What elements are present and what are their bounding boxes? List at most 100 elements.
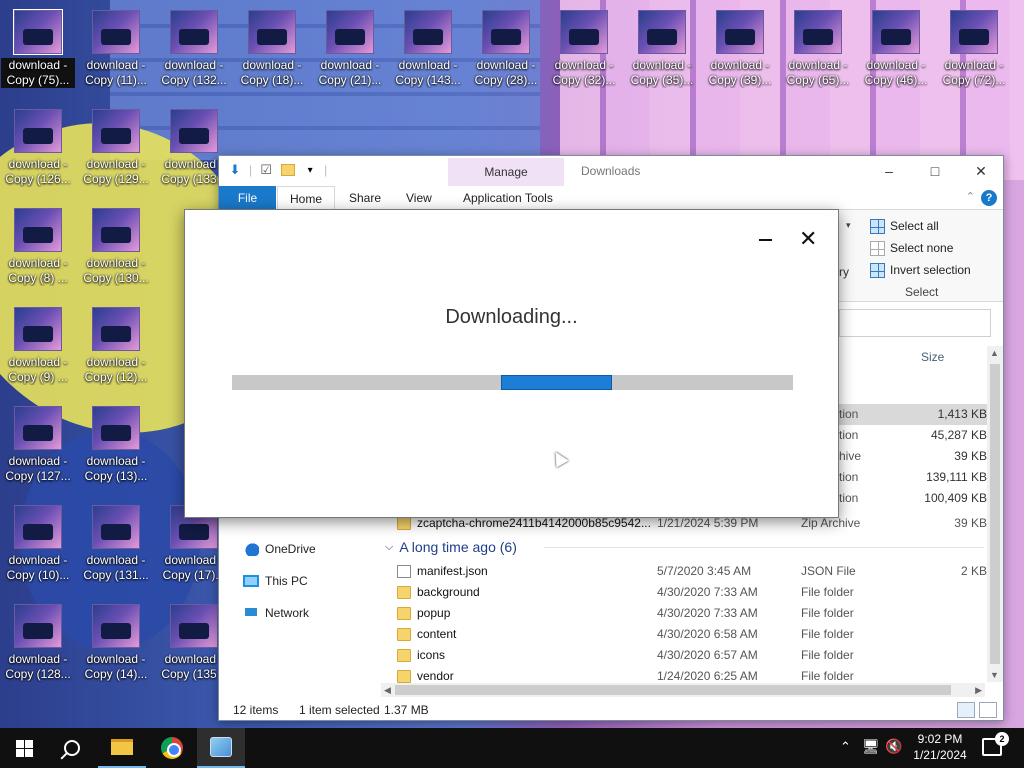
dialog-minimize-button[interactable] xyxy=(755,230,777,250)
chrome-icon xyxy=(161,737,183,759)
desktop-icon[interactable]: download - Copy (8) ... xyxy=(1,200,75,296)
tab-share[interactable]: Share xyxy=(337,186,393,210)
desktop-icon[interactable]: download - Copy (35)... xyxy=(625,2,699,98)
file-type: File folder xyxy=(801,648,854,662)
scroll-right-icon[interactable]: ▶ xyxy=(975,683,982,697)
column-size[interactable]: Size xyxy=(921,350,944,364)
desktop-icon[interactable]: download - Copy (129... xyxy=(79,101,153,197)
desktop-icon[interactable]: download - Copy (127... xyxy=(1,398,75,494)
app-taskbar-button[interactable] xyxy=(197,728,245,768)
tab-view[interactable]: View xyxy=(394,186,444,210)
scroll-down-icon[interactable]: ▼ xyxy=(990,670,999,680)
download-arrow-icon[interactable]: ⬇ xyxy=(227,162,243,178)
file-row[interactable]: content 4/30/2020 6:58 AM File folder xyxy=(397,624,987,645)
manage-context-tab[interactable]: Manage xyxy=(448,158,564,186)
horizontal-scrollbar[interactable]: ◀ ▶ xyxy=(381,683,985,697)
scrollbar-thumb[interactable] xyxy=(990,364,1000,664)
customize-toolbar-icon[interactable]: ▾ xyxy=(302,162,318,178)
chrome-taskbar-button[interactable] xyxy=(148,728,196,768)
desktop-icon[interactable]: download - Copy (132... xyxy=(157,2,231,98)
desktop-icon[interactable]: download - Copy (143... xyxy=(391,2,465,98)
desktop-icon-label: download - Copy (65)... xyxy=(786,58,850,87)
file-row[interactable]: hive 39 KB xyxy=(839,446,989,467)
invert-selection-button[interactable]: Invert selection xyxy=(870,260,971,280)
desktop-icon[interactable]: download - Copy (39)... xyxy=(703,2,777,98)
collapse-ribbon-icon[interactable]: ⌃ xyxy=(966,190,975,203)
desktop-icon[interactable]: download - Copy (28)... xyxy=(469,2,543,98)
desktop-icon[interactable]: download - Copy (130... xyxy=(79,200,153,296)
select-all-button[interactable]: Select all xyxy=(870,216,939,236)
image-file-icon xyxy=(326,10,374,54)
scroll-left-icon[interactable]: ◀ xyxy=(384,683,391,697)
search-box[interactable] xyxy=(839,309,991,337)
desktop-icon-label: download - Copy (14)... xyxy=(84,652,148,681)
file-row[interactable]: tion 139,111 KB xyxy=(839,467,989,488)
desktop-icon[interactable]: download - Copy (72)... xyxy=(937,2,1011,98)
desktop-icon[interactable]: download - Copy (18)... xyxy=(235,2,309,98)
file-row[interactable]: background 4/30/2020 7:33 AM File folder xyxy=(397,582,987,603)
desktop-icon[interactable]: download - Copy (131... xyxy=(79,497,153,593)
file-row[interactable]: tion 100,409 KB xyxy=(839,488,989,509)
clock-time: 9:02 PM xyxy=(917,732,963,746)
desktop-icon[interactable]: download - Copy (14)... xyxy=(79,596,153,692)
start-button[interactable] xyxy=(0,728,48,768)
file-explorer-taskbar-button[interactable] xyxy=(98,728,146,768)
desktop-icon[interactable]: download - Copy (126... xyxy=(1,101,75,197)
search-button[interactable] xyxy=(48,728,96,768)
desktop-icon[interactable]: download - Copy (128... xyxy=(1,596,75,692)
system-clock[interactable]: 9:02 PM 1/21/2024 xyxy=(905,731,975,763)
close-button[interactable]: ✕ xyxy=(961,160,1001,182)
tab-file[interactable]: File xyxy=(219,186,276,210)
file-size: 139,111 KB xyxy=(926,470,987,484)
group-header[interactable]: ⌵ A long time ago (6) xyxy=(385,539,517,555)
help-icon[interactable]: ? xyxy=(981,190,997,206)
title-bar[interactable]: ⬇ | ☑ ▾ | Manage Downloads – □ ✕ xyxy=(219,156,1003,186)
new-folder-icon[interactable] xyxy=(280,162,296,178)
file-row[interactable]: tion 1,413 KB xyxy=(839,404,989,425)
dialog-close-button[interactable]: ✕ xyxy=(799,228,817,250)
select-none-button[interactable]: Select none xyxy=(870,238,953,258)
scrollbar-thumb[interactable] xyxy=(395,685,951,695)
desktop-icon[interactable]: download - Copy (11)... xyxy=(79,2,153,98)
dropdown-arrow-icon[interactable]: ▾ xyxy=(846,220,851,231)
desktop-icon-label: download - Copy (35)... xyxy=(630,58,694,87)
scroll-up-icon[interactable]: ▲ xyxy=(990,348,999,358)
json-file-icon xyxy=(397,565,411,578)
large-icons-view-button[interactable] xyxy=(979,702,997,718)
desktop-icon[interactable]: download - Copy (75)... xyxy=(1,2,75,98)
desktop-icon[interactable]: download - Copy (10)... xyxy=(1,497,75,593)
file-row[interactable]: icons 4/30/2020 6:57 AM File folder xyxy=(397,645,987,666)
chevron-down-icon: ⌵ xyxy=(385,540,394,553)
desktop-icon[interactable]: download - Copy (32)... xyxy=(547,2,621,98)
image-file-icon xyxy=(872,10,920,54)
tab-application-tools[interactable]: Application Tools xyxy=(451,186,565,210)
desktop-icon[interactable]: download - Copy (65)... xyxy=(781,2,855,98)
desktop-icon[interactable]: download - Copy (46)... xyxy=(859,2,933,98)
file-row[interactable]: popup 4/30/2020 7:33 AM File folder xyxy=(397,603,987,624)
desktop-icon-label: download - Copy (32)... xyxy=(552,58,616,87)
volume-muted-icon[interactable]: 🔇 xyxy=(885,738,902,755)
select-all-label: Select all xyxy=(890,219,939,233)
tab-home[interactable]: Home xyxy=(277,186,336,210)
image-file-icon xyxy=(716,10,764,54)
show-hidden-icons-chevron-icon[interactable]: ⌃ xyxy=(840,739,851,755)
nav-onedrive[interactable]: OneDrive xyxy=(243,539,316,559)
desktop-icon[interactable]: download - Copy (9) ... xyxy=(1,299,75,395)
file-type: tion xyxy=(839,407,859,421)
nav-network[interactable]: Network xyxy=(243,603,309,623)
details-view-button[interactable] xyxy=(957,702,975,718)
desktop-icon[interactable]: download - Copy (13)... xyxy=(79,398,153,494)
properties-icon[interactable]: ☑ xyxy=(258,162,274,178)
file-size: 45,287 KB xyxy=(930,428,987,442)
nav-this-pc[interactable]: This PC xyxy=(243,571,308,591)
desktop-icon[interactable]: download - Copy (21)... xyxy=(313,2,387,98)
vertical-scrollbar[interactable]: ▲ ▼ xyxy=(987,346,1003,682)
network-tray-icon[interactable]: 🖥 xyxy=(862,738,880,755)
desktop-icon-label: download - Copy (72)... xyxy=(942,58,1006,87)
file-date: 5/7/2020 3:45 AM xyxy=(657,564,752,578)
file-row[interactable]: manifest.json 5/7/2020 3:45 AM JSON File 2 … xyxy=(397,561,987,582)
minimize-button[interactable]: – xyxy=(869,160,909,182)
desktop-icon[interactable]: download - Copy (12)... xyxy=(79,299,153,395)
file-row[interactable]: tion 45,287 KB xyxy=(839,425,989,446)
maximize-button[interactable]: □ xyxy=(915,160,955,182)
